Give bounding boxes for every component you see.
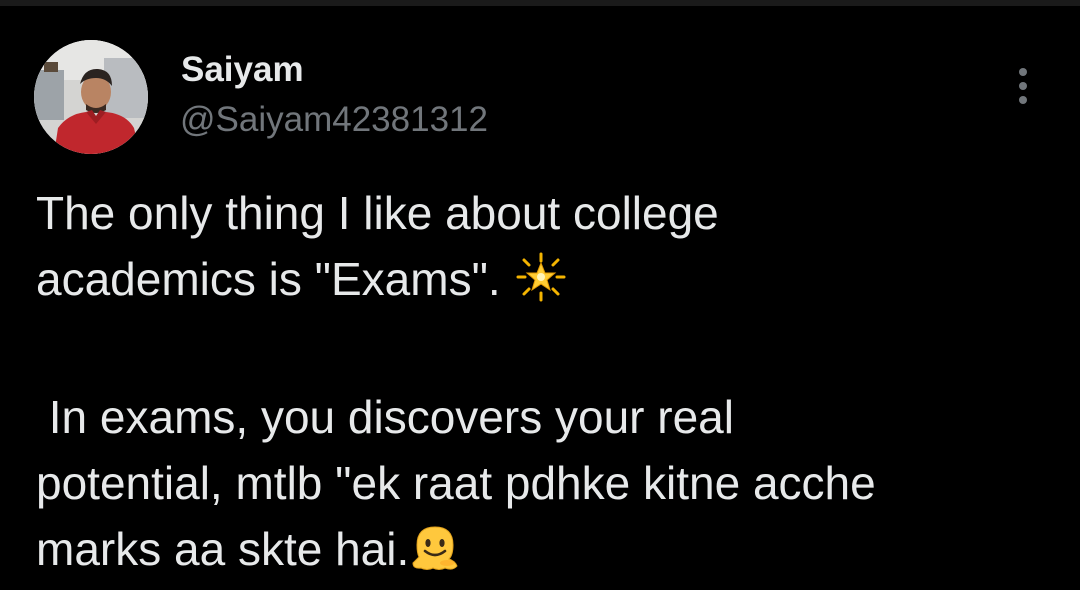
avatar-photo xyxy=(34,40,148,154)
tweet-text-line: The only thing I like about college xyxy=(36,180,719,246)
tweet-text-segment: marks aa skte hai. xyxy=(36,523,410,575)
author-handle[interactable]: @Saiyam42381312 xyxy=(180,100,488,140)
tweet-text-segment: The only thing I like about college xyxy=(36,187,719,239)
tweet-text-line: marks aa skte hai. xyxy=(36,516,461,582)
sparkle-star-emoji xyxy=(515,251,567,303)
tweet-text-segment: academics is "Exams". xyxy=(36,253,501,305)
tweet-text-line: potential, mtlb "ek raat pdhke kitne acc… xyxy=(36,450,876,516)
more-options-button[interactable] xyxy=(1006,66,1040,106)
author-display-name[interactable]: Saiyam xyxy=(181,50,304,90)
tweet-text-line: In exams, you discovers your real xyxy=(36,384,734,450)
melting-face-emoji xyxy=(409,521,461,573)
avatar[interactable] xyxy=(34,40,148,154)
tweet-text-line: academics is "Exams". xyxy=(36,246,567,312)
tweet-text-segment: In exams, you discovers your real xyxy=(36,391,734,443)
tweet: Saiyam @Saiyam42381312 The only thing I … xyxy=(0,0,1080,590)
tweet-text-segment: potential, mtlb "ek raat pdhke kitne acc… xyxy=(36,457,876,509)
